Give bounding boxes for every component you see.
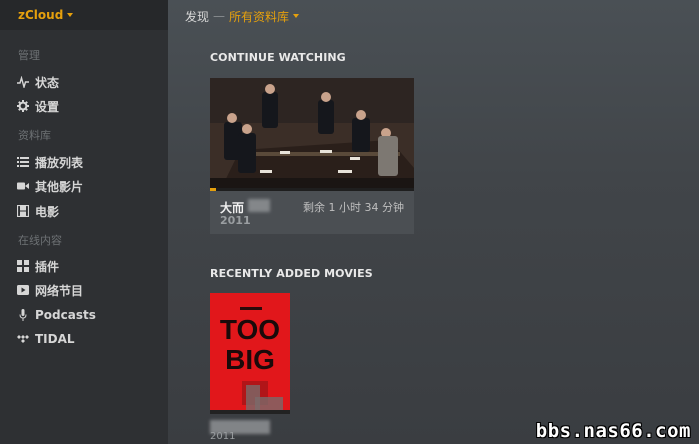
sidebar-item-playlists[interactable]: 播放列表 — [16, 153, 83, 171]
poster-text-line-2: BIG — [225, 344, 275, 375]
breadcrumb: 发现 — 所有资料库 — [168, 0, 699, 32]
film-icon — [16, 204, 30, 218]
sidebar-item-movies[interactable]: 电影 — [16, 202, 59, 220]
list-icon — [16, 155, 30, 169]
time-remaining: 剩余 1 小时 34 分钟 — [303, 201, 404, 214]
poster-year: 2011 — [210, 431, 236, 442]
video-camera-icon — [16, 179, 30, 193]
library-selector[interactable]: 所有资料库 — [229, 8, 289, 25]
section-label-online: 在线内容 — [18, 234, 62, 247]
sidebar-item-status[interactable]: 状态 — [16, 73, 59, 91]
chevron-down-icon[interactable] — [293, 14, 300, 18]
sidebar-item-label: 播放列表 — [35, 155, 84, 170]
section-label-library: 资料库 — [18, 129, 51, 142]
grid-icon — [16, 259, 30, 273]
movie-year: 2011 — [220, 214, 251, 227]
chevron-down-icon[interactable] — [67, 13, 74, 17]
sidebar-item-label: 其他影片 — [35, 179, 84, 194]
sidebar-item-plugins[interactable]: 插件 — [16, 257, 59, 275]
sidebar-item-label: 状态 — [35, 75, 60, 90]
sidebar-item-tidal[interactable]: TIDAL — [16, 330, 75, 348]
sidebar: zCloud 管理 状态 设置 资料库 播放列表 其他影片 电影 在线内容 插件… — [0, 0, 168, 444]
recently-added-title: RECENTLY ADDED MOVIES — [210, 267, 373, 280]
watch-progress-bar — [210, 188, 414, 191]
tidal-icon — [16, 332, 30, 346]
server-selector[interactable]: zCloud — [0, 0, 168, 30]
continue-watching-card[interactable]: 大而 剩余 1 小时 34 分钟 2011 — [210, 78, 414, 234]
breadcrumb-separator: — — [213, 9, 226, 23]
sidebar-item-web-shows[interactable]: 网络节目 — [16, 281, 83, 299]
continue-watching-title: CONTINUE WATCHING — [210, 51, 346, 64]
sidebar-item-label: 网络节目 — [35, 283, 84, 298]
sidebar-item-label: 设置 — [35, 99, 60, 114]
play-icon — [16, 283, 30, 297]
movie-thumbnail[interactable] — [210, 78, 414, 191]
movie-poster[interactable]: TOO BIG — [210, 293, 290, 413]
sidebar-item-label: TIDAL — [35, 332, 75, 346]
sidebar-item-label: 插件 — [35, 259, 60, 274]
poster-progress-bar — [210, 410, 290, 414]
sidebar-item-label: Podcasts — [35, 308, 96, 322]
main-content: 发现 — 所有资料库 CONTINUE WATCHING 大而 剩余 1 小时 … — [168, 0, 699, 444]
sidebar-item-settings[interactable]: 设置 — [16, 97, 59, 115]
watermark-text: bbs.nas66.com — [535, 420, 691, 442]
activity-icon — [16, 75, 30, 89]
redaction-blur — [248, 199, 270, 212]
breadcrumb-discover[interactable]: 发现 — [185, 8, 209, 25]
server-name[interactable]: zCloud — [18, 8, 63, 22]
section-label-manage: 管理 — [18, 49, 40, 62]
poster-text-line-1: TOO — [220, 314, 280, 345]
sidebar-item-podcasts[interactable]: Podcasts — [16, 306, 96, 324]
microphone-icon — [16, 308, 30, 322]
watch-progress-fill — [210, 188, 217, 191]
sidebar-item-other-videos[interactable]: 其他影片 — [16, 177, 83, 195]
sidebar-item-label: 电影 — [35, 204, 60, 219]
gear-icon — [16, 99, 30, 113]
